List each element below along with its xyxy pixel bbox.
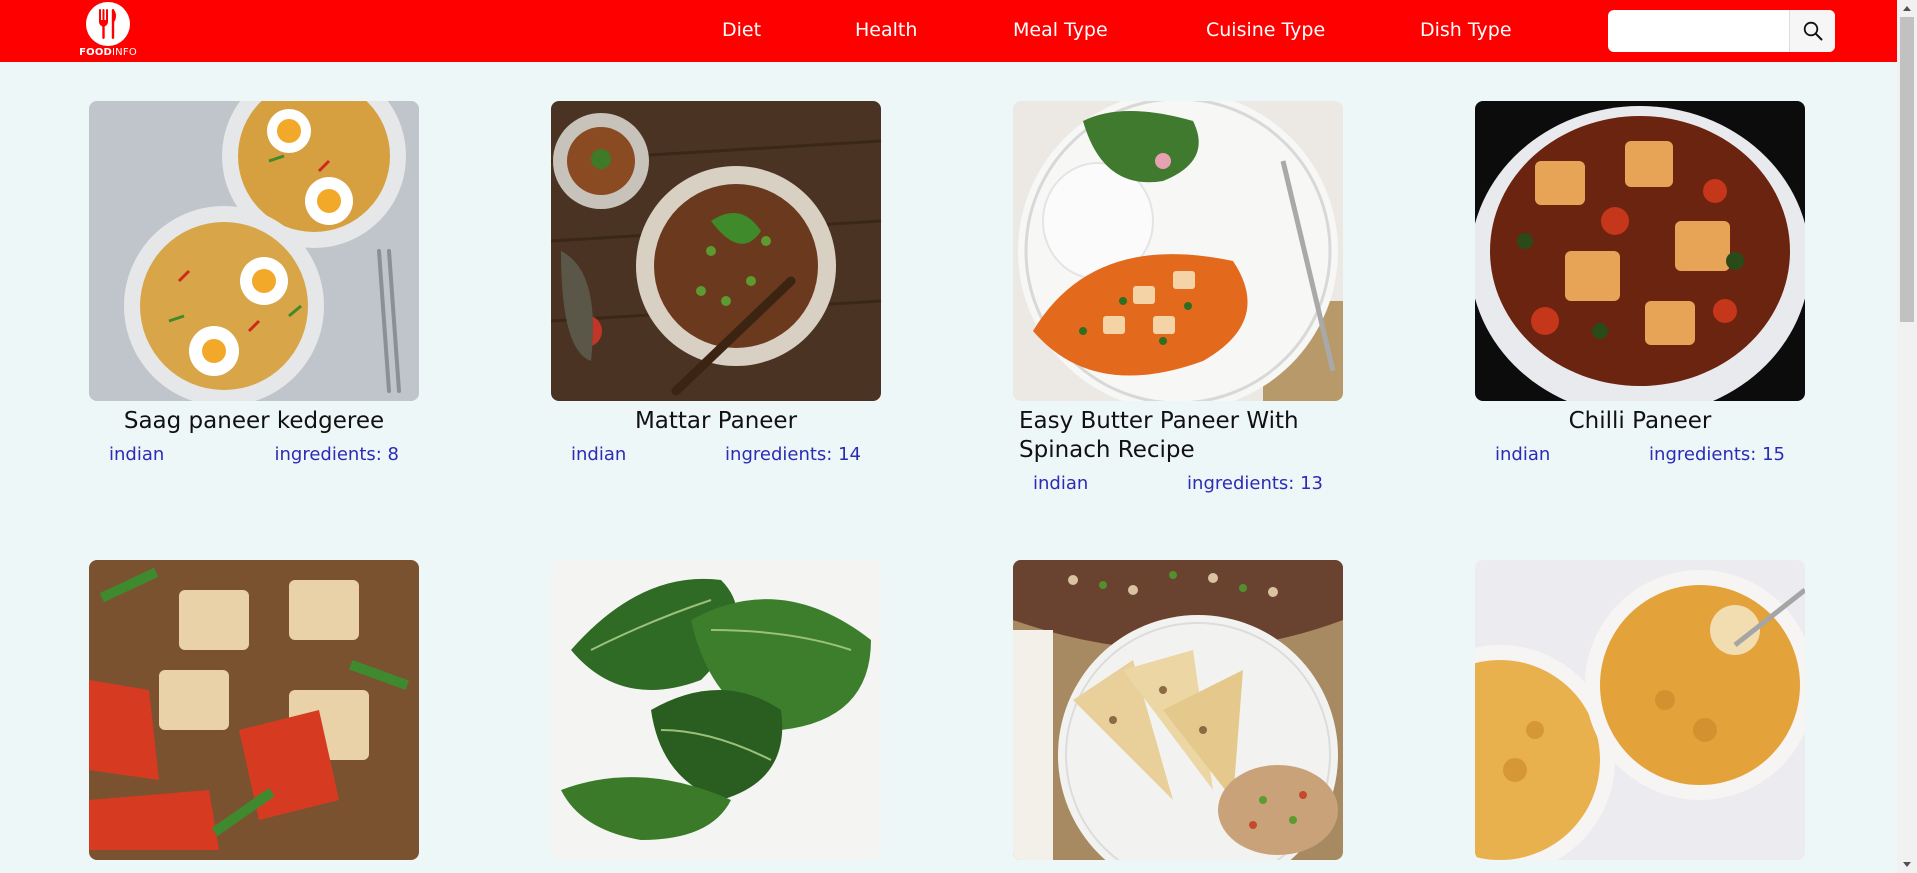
search-input[interactable] (1608, 10, 1788, 52)
recipe-image[interactable] (89, 560, 419, 860)
recipe-ingredients-count: ingredients: 14 (725, 444, 861, 465)
nav-health[interactable]: Health (855, 19, 917, 41)
nav-cuisine-type[interactable]: Cuisine Type (1206, 19, 1325, 41)
nav-diet[interactable]: Diet (722, 19, 761, 41)
search-icon (1803, 21, 1822, 41)
vertical-scrollbar[interactable] (1897, 0, 1917, 873)
recipe-cuisine: indian (109, 444, 165, 465)
recipe-cuisine: indian (571, 444, 627, 465)
recipe-image[interactable] (1013, 560, 1343, 860)
foodinfo-logo[interactable]: FOODINFO (76, 2, 140, 58)
recipe-cuisine: indian (1033, 473, 1089, 494)
recipe-ingredients-count: ingredients: 8 (274, 444, 400, 465)
recipe-card[interactable]: Mattar Paneer indian ingredients: 14 (551, 101, 881, 465)
recipe-ingredients-count: ingredients: 15 (1649, 444, 1785, 465)
recipe-image[interactable] (89, 101, 419, 401)
recipe-card[interactable]: Saag paneer kedgeree indian ingredients:… (89, 101, 419, 465)
scroll-up-arrow-icon[interactable] (1897, 0, 1917, 17)
search-button[interactable] (1789, 10, 1835, 52)
search-box (1608, 10, 1835, 52)
recipe-card[interactable] (1013, 560, 1343, 866)
recipe-cuisine: indian (1495, 444, 1551, 465)
recipe-card[interactable]: Easy Butter Paneer With Spinach Recipe i… (1013, 101, 1343, 494)
recipe-card[interactable]: Chilli Paneer indian ingredients: 15 (1475, 101, 1805, 465)
recipe-title[interactable]: Easy Butter Paneer With Spinach Recipe (1013, 407, 1343, 465)
recipe-title[interactable]: Saag paneer kedgeree (89, 407, 419, 436)
recipe-ingredients-count: ingredients: 13 (1187, 473, 1323, 494)
recipe-title[interactable]: Mattar Paneer (551, 407, 881, 436)
recipe-card[interactable] (1475, 560, 1805, 866)
recipe-meta: indian ingredients: 13 (1013, 473, 1343, 494)
scroll-down-arrow-icon[interactable] (1897, 856, 1917, 873)
nav-dish-type[interactable]: Dish Type (1420, 19, 1512, 41)
scrollbar-thumb[interactable] (1900, 17, 1914, 322)
recipe-image[interactable] (1475, 101, 1805, 401)
recipe-image[interactable] (1475, 560, 1805, 860)
recipe-meta: indian ingredients: 14 (551, 444, 881, 465)
recipe-image[interactable] (551, 560, 881, 860)
brand-name: FOODINFO (79, 47, 137, 58)
recipe-meta: indian ingredients: 8 (89, 444, 419, 465)
recipe-card[interactable] (551, 560, 881, 866)
recipe-meta: indian ingredients: 15 (1475, 444, 1805, 465)
utensils-icon (86, 2, 130, 46)
recipe-image[interactable] (1013, 101, 1343, 401)
nav-meal-type[interactable]: Meal Type (1013, 19, 1108, 41)
recipe-image[interactable] (551, 101, 881, 401)
recipe-title[interactable]: Chilli Paneer (1475, 407, 1805, 436)
recipe-card[interactable] (89, 560, 419, 866)
top-nav-bar: FOODINFO Diet Health Meal Type Cuisine T… (0, 0, 1897, 62)
